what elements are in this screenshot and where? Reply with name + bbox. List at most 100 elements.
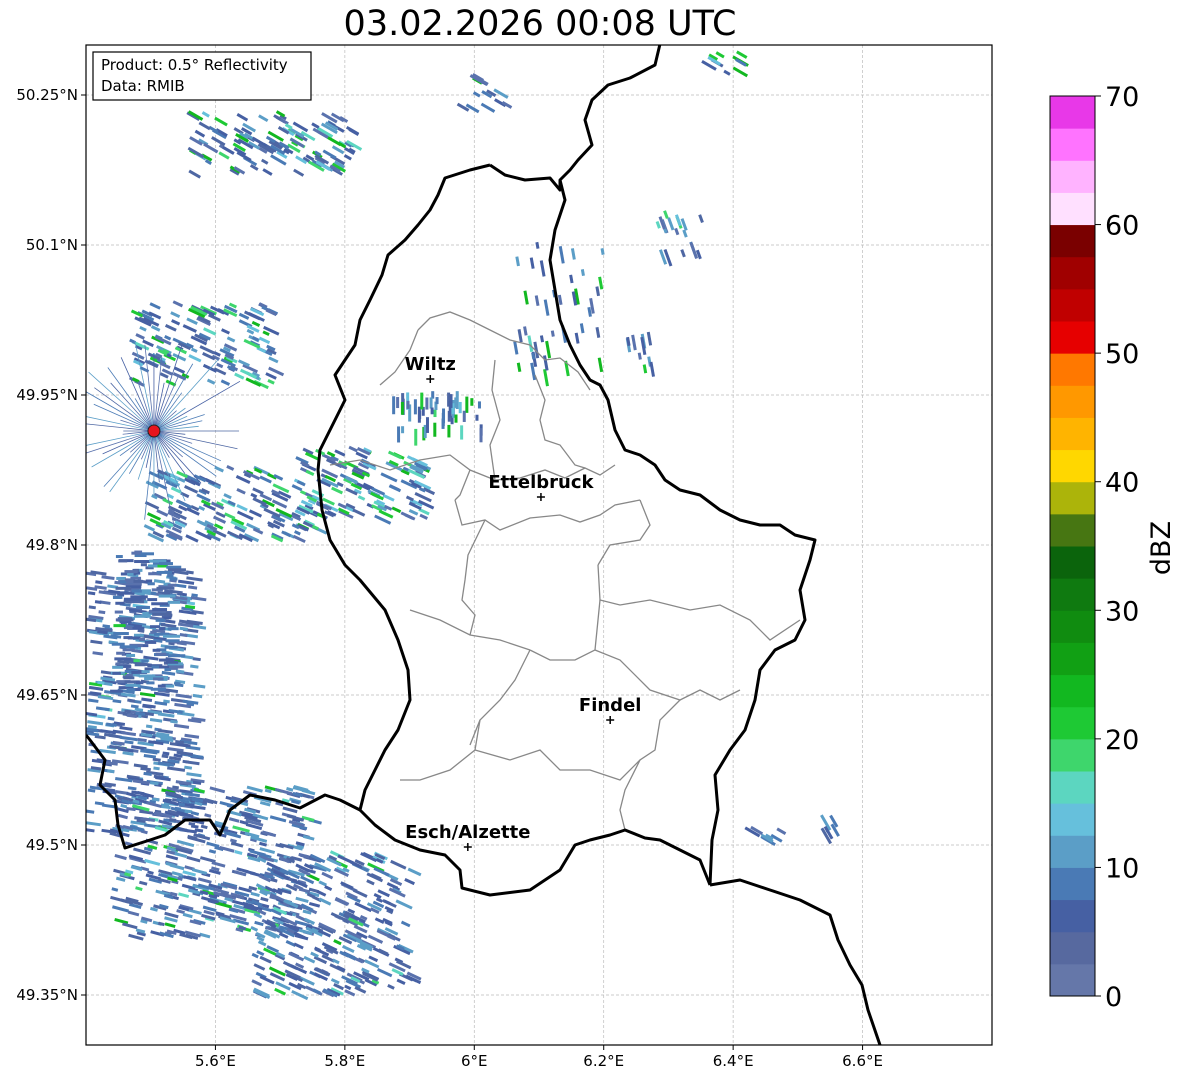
echo-cell: [117, 617, 132, 621]
echo-cell: [153, 677, 164, 681]
echo-cell: [159, 562, 173, 566]
echo-cell: [146, 681, 155, 685]
echo-cell: [680, 249, 686, 258]
echo-cell: [163, 616, 172, 620]
radar-echoes: [86, 50, 840, 1001]
echo-cell: [527, 335, 534, 353]
echo-cell: [391, 506, 402, 514]
echo-cell: [543, 355, 549, 371]
echo-cell: [395, 899, 413, 910]
echo-cell: [401, 426, 405, 434]
y-tick-label: 50.25°N: [16, 86, 78, 104]
echo-cell: [597, 357, 604, 373]
echo-cell: [138, 638, 146, 642]
echo-cell: [258, 114, 269, 123]
echo-cell: [454, 414, 458, 423]
echo-cell: [667, 217, 675, 231]
echo-cell: [115, 601, 125, 605]
x-tick-label: 6.2°E: [583, 1052, 624, 1070]
echo-cell: [343, 154, 352, 161]
echo-cell: [209, 786, 226, 794]
echo-cell: [95, 706, 110, 712]
echo-cell: [674, 227, 680, 236]
echo-cell: [125, 673, 133, 677]
echo-cell: [199, 932, 211, 939]
echo-cell: [228, 817, 240, 823]
echo-cell: [517, 329, 523, 343]
echo-cell: [655, 221, 661, 229]
echo-cell: [123, 597, 142, 601]
echo-cell: [382, 493, 395, 502]
echo-cell: [113, 624, 126, 628]
echo-cell: [458, 401, 462, 414]
city-label: Ettelbruck: [488, 472, 594, 493]
echo-cell: [295, 896, 309, 904]
echo-cell: [173, 723, 190, 729]
echo-cell: [152, 648, 161, 652]
echo-cell: [637, 352, 642, 360]
colorbar-segment: [1050, 546, 1095, 579]
colorbar-segment: [1050, 513, 1095, 547]
echo-cell: [206, 841, 220, 848]
echo-cell: [250, 925, 259, 932]
echo-cell: [292, 534, 306, 544]
echo-spoke: [120, 357, 155, 432]
echo-cell: [192, 657, 201, 662]
echo-cell: [194, 129, 206, 138]
echo-cell: [112, 699, 122, 704]
echo-cell: [234, 850, 243, 855]
echo-cell: [208, 849, 217, 854]
colorbar-segment: [1050, 706, 1095, 740]
echo-cell: [376, 967, 393, 978]
echo-spoke: [93, 403, 155, 432]
echo-cell: [113, 595, 122, 599]
echo-cell: [107, 769, 115, 774]
echo-cell: [186, 772, 202, 778]
echo-cell: [230, 841, 244, 848]
echo-cell: [184, 733, 200, 739]
echo-spoke: [91, 430, 155, 468]
echo-cell: [368, 955, 379, 963]
echo-cell: [433, 409, 437, 418]
colorbar-segment: [1050, 256, 1095, 290]
echo-cell: [100, 670, 113, 675]
echo-cell: [366, 879, 375, 886]
colorbar-segment: [1050, 160, 1095, 193]
echo-cell: [145, 579, 153, 583]
y-tick-label: 49.8°N: [26, 536, 78, 554]
colorbar-segment: [1050, 803, 1095, 836]
echo-cell: [92, 651, 104, 656]
echo-cell: [429, 397, 433, 409]
echo-cell: [136, 605, 150, 609]
echo-cell: [392, 396, 396, 415]
echo-cell: [543, 299, 550, 316]
echo-cell: [236, 488, 246, 495]
echo-cell: [151, 665, 159, 669]
echo-cell: [124, 740, 134, 745]
echo-cell: [171, 319, 181, 326]
echo-cell: [357, 495, 366, 501]
echo-cell: [579, 323, 585, 334]
echo-cell: [150, 325, 161, 332]
echo-cell: [529, 257, 535, 269]
echo-cell: [126, 688, 136, 692]
echo-cell: [144, 858, 161, 866]
echo-cell: [558, 246, 565, 264]
echo-cell: [149, 717, 163, 723]
echo-cell: [153, 579, 166, 584]
echo-cell: [122, 648, 135, 652]
echo-cell: [199, 345, 215, 355]
echo-cell: [776, 827, 787, 836]
echo-cell: [87, 698, 99, 703]
echo-cell: [663, 210, 669, 219]
echo-cell: [516, 362, 522, 373]
echo-cell: [595, 327, 601, 338]
echo-cell: [374, 917, 385, 924]
echo-cell: [169, 577, 178, 581]
echo-spoke: [102, 430, 155, 455]
echo-cell: [188, 354, 202, 363]
echo-cell: [420, 392, 424, 410]
colorbar-tick-label: 0: [1105, 982, 1122, 1013]
echo-cell: [367, 934, 384, 944]
echo-cell: [523, 326, 528, 336]
